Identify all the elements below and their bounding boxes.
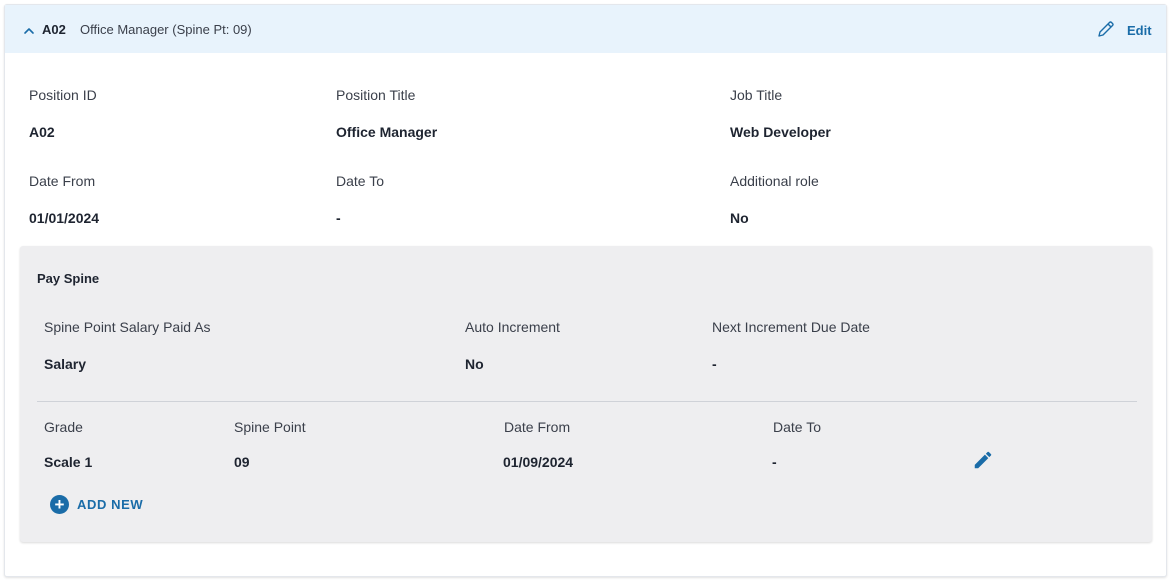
auto-increment-value: No (465, 356, 484, 372)
position-id-value: A02 (29, 124, 55, 140)
job-title-value: Web Developer (730, 124, 831, 140)
card-header[interactable]: A02 Office Manager (Spine Pt: 09) Edit (5, 5, 1166, 53)
pencil-outline-icon (1098, 21, 1114, 37)
position-id-label: Position ID (29, 87, 97, 103)
date-to-label: Date To (336, 173, 384, 189)
position-card: A02 Office Manager (Spine Pt: 09) Edit P… (4, 4, 1167, 577)
spine-point-cell: 09 (234, 454, 250, 470)
add-new-label: ADD NEW (77, 497, 144, 512)
date-from-value: 01/01/2024 (29, 210, 100, 226)
date-from-label: Date From (29, 173, 96, 189)
additional-role-value: No (730, 210, 749, 226)
pencil-icon[interactable] (972, 449, 994, 471)
date-from-cell: 01/09/2024 (503, 454, 574, 470)
divider (37, 401, 1137, 402)
column-header-date-to: Date To (773, 419, 821, 435)
position-title-label: Position Title (336, 87, 416, 103)
auto-increment-label: Auto Increment (465, 319, 560, 335)
edit-label: Edit (1127, 23, 1152, 38)
date-to-value: - (336, 210, 341, 226)
salary-paid-as-value: Salary (44, 356, 87, 372)
column-header-spine-point: Spine Point (234, 419, 306, 435)
additional-role-label: Additional role (730, 173, 819, 189)
date-to-cell: - (772, 454, 777, 470)
column-header-date-from: Date From (504, 419, 571, 435)
salary-paid-as-label: Spine Point Salary Paid As (44, 319, 211, 335)
plus-circle-icon: + (50, 495, 69, 514)
header-position-id: A02 (42, 22, 66, 37)
chevron-up-icon[interactable] (23, 26, 35, 36)
header-position-title: Office Manager (Spine Pt: 09) (80, 22, 252, 37)
edit-button[interactable]: Edit (1086, 5, 1166, 53)
pay-spine-panel: Pay Spine Spine Point Salary Paid As Sal… (20, 246, 1152, 542)
job-title-label: Job Title (730, 87, 783, 103)
position-title-value: Office Manager (336, 124, 438, 140)
add-new-button[interactable]: + ADD NEW (50, 494, 170, 516)
pay-spine-title: Pay Spine (37, 271, 100, 286)
next-increment-value: - (712, 356, 717, 372)
column-header-grade: Grade (44, 419, 83, 435)
grade-cell: Scale 1 (44, 454, 93, 470)
next-increment-label: Next Increment Due Date (712, 319, 870, 335)
